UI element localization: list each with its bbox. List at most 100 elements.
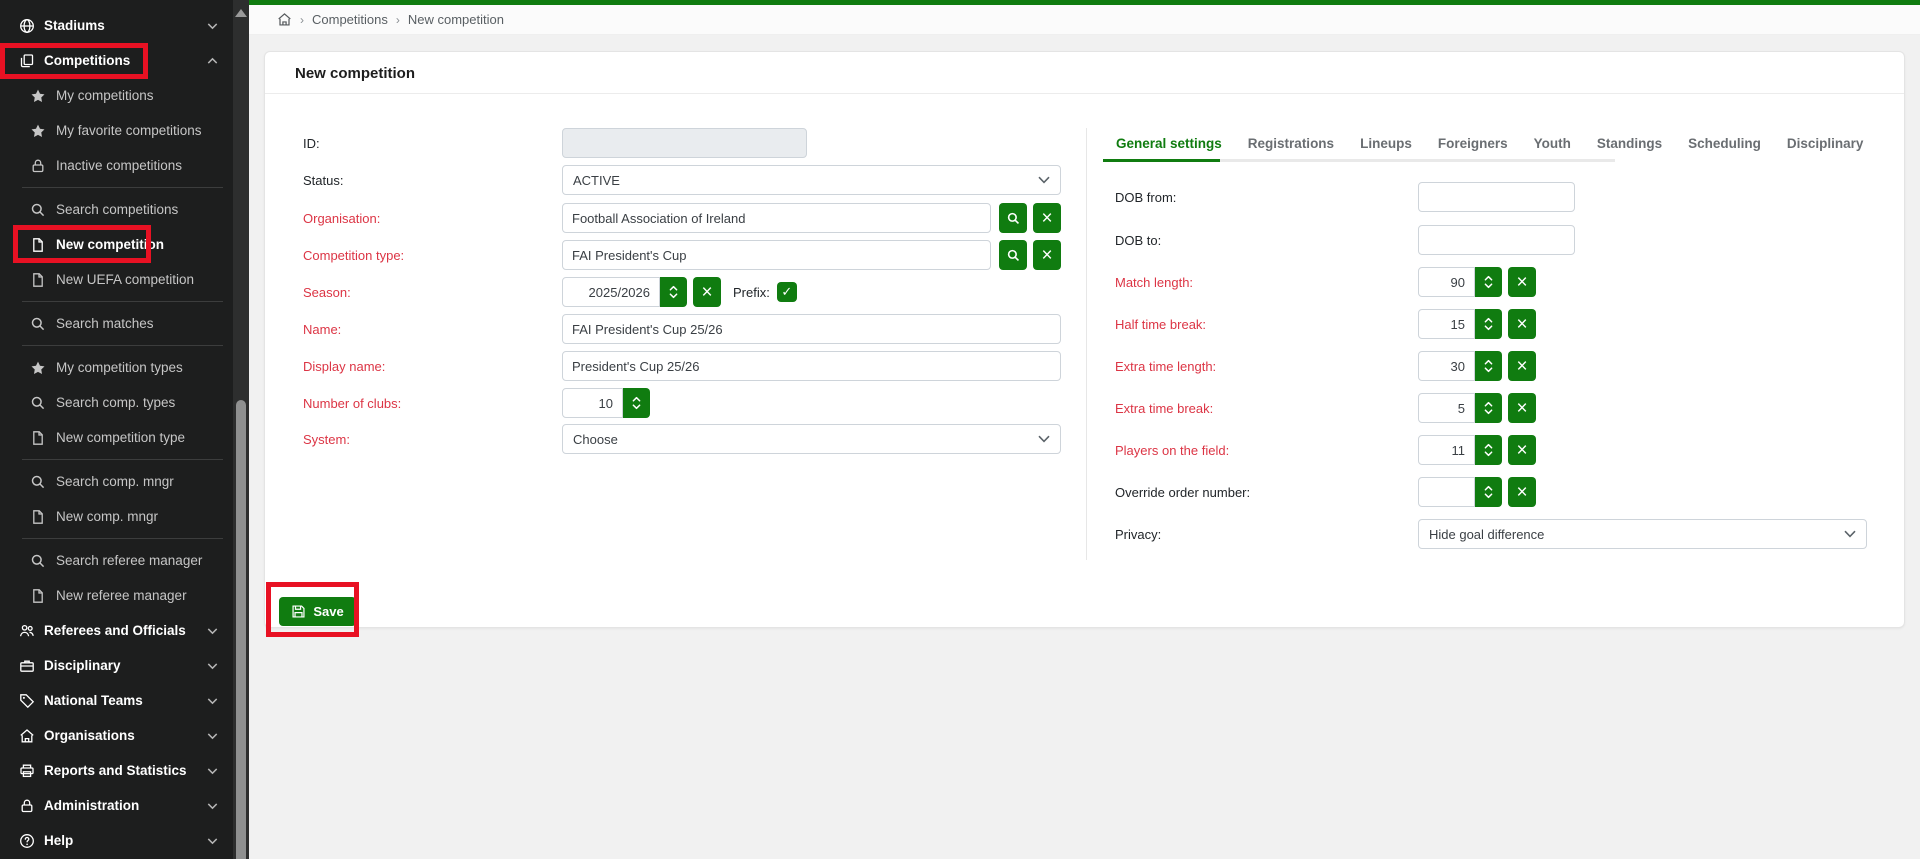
competition-type-input[interactable]	[562, 240, 991, 270]
sidebar-item-new-comp-mngr[interactable]: New comp. mngr	[0, 499, 233, 534]
competition-type-search-button[interactable]	[999, 240, 1027, 270]
breadcrumb-link-new-competition[interactable]: New competition	[408, 12, 504, 27]
season-input[interactable]	[562, 277, 660, 307]
extra-time-break-clear-button[interactable]: ×	[1508, 393, 1536, 423]
sidebar-item-my-competition-types[interactable]: My competition types	[0, 350, 233, 385]
match-length-stepper-button[interactable]	[1475, 267, 1502, 297]
extra-time-length-input[interactable]	[1418, 351, 1475, 381]
column-divider	[1086, 128, 1087, 560]
sidebar-item-disciplinary[interactable]: Disciplinary	[0, 648, 233, 683]
sidebar-item-competitions[interactable]: Competitions	[0, 43, 233, 78]
organisation-input[interactable]	[562, 203, 991, 233]
sidebar-item-inactive-competitions[interactable]: Inactive competitions	[0, 148, 233, 183]
players-on-field-stepper-button[interactable]	[1475, 435, 1502, 465]
half-time-break-stepper-button[interactable]	[1475, 309, 1502, 339]
sidebar-item-administration[interactable]: Administration	[0, 788, 233, 823]
tab-disciplinary[interactable]: Disciplinary	[1774, 136, 1877, 151]
sidebar-item-national-teams[interactable]: National Teams	[0, 683, 233, 718]
tab-foreigners[interactable]: Foreigners	[1425, 136, 1521, 151]
season-stepper-button[interactable]	[660, 277, 687, 307]
competition-type-clear-button[interactable]: ×	[1033, 240, 1061, 270]
match-length-clear-button[interactable]: ×	[1508, 267, 1536, 297]
privacy-select[interactable]: Hide goal difference	[1418, 519, 1867, 549]
sidebar-item-label: New comp. mngr	[56, 509, 158, 524]
sidebar-item-help[interactable]: Help	[0, 823, 233, 858]
match-length-input[interactable]	[1418, 267, 1475, 297]
sidebar-item-search-matches[interactable]: Search matches	[0, 306, 233, 341]
season-clear-button[interactable]: ×	[693, 277, 721, 307]
tab-lineups[interactable]: Lineups	[1347, 136, 1425, 151]
sidebar-scrollbar[interactable]	[233, 0, 249, 859]
half-time-break-clear-button[interactable]: ×	[1508, 309, 1536, 339]
number-of-clubs-input[interactable]	[562, 388, 623, 418]
tab-general-settings[interactable]: General settings	[1103, 136, 1235, 151]
sidebar-item-search-comp-mngr[interactable]: Search comp. mngr	[0, 464, 233, 499]
tab-scheduling[interactable]: Scheduling	[1675, 136, 1774, 151]
organisation-clear-button[interactable]: ×	[1033, 203, 1061, 233]
prefix-checkbox[interactable]: ✓	[777, 282, 797, 302]
sidebar-item-search-comp-types[interactable]: Search comp. types	[0, 385, 233, 420]
scrollbar-thumb[interactable]	[236, 400, 246, 859]
scrollbar-up-arrow-icon[interactable]	[235, 9, 247, 17]
field-row-extra-time-length: Extra time length: ×	[1115, 351, 1536, 381]
display-name-label: Display name:	[303, 359, 562, 374]
sidebar-item-label: Search comp. mngr	[56, 474, 174, 489]
close-icon: ×	[1516, 399, 1527, 418]
display-name-input[interactable]	[562, 351, 1061, 381]
half-time-break-input[interactable]	[1418, 309, 1475, 339]
players-on-field-clear-button[interactable]: ×	[1508, 435, 1536, 465]
sidebar-item-search-competitions[interactable]: Search competitions	[0, 192, 233, 227]
override-order-number-stepper-button[interactable]	[1475, 477, 1502, 507]
override-order-number-input[interactable]	[1418, 477, 1475, 507]
sidebar-item-new-competition-type[interactable]: New competition type	[0, 420, 233, 455]
sidebar-item-my-favorite-competitions[interactable]: My favorite competitions	[0, 113, 233, 148]
sidebar-item-label: National Teams	[44, 693, 143, 708]
home-icon[interactable]	[277, 12, 292, 27]
sidebar-item-organisations[interactable]: Organisations	[0, 718, 233, 753]
competition-type-label: Competition type:	[303, 248, 562, 263]
tab-registrations[interactable]: Registrations	[1235, 136, 1347, 151]
dob-to-input[interactable]	[1418, 225, 1575, 255]
name-input[interactable]	[562, 314, 1061, 344]
dob-from-input[interactable]	[1418, 182, 1575, 212]
sidebar-item-referees-and-officials[interactable]: Referees and Officials	[0, 613, 233, 648]
status-label: Status:	[303, 173, 562, 188]
extra-time-break-stepper-button[interactable]	[1475, 393, 1502, 423]
season-label: Season:	[303, 285, 562, 300]
id-input	[562, 128, 807, 158]
extra-time-length-clear-button[interactable]: ×	[1508, 351, 1536, 381]
tab-standings[interactable]: Standings	[1584, 136, 1675, 151]
active-tab-underline	[1103, 159, 1220, 162]
sidebar-divider	[22, 459, 223, 460]
sidebar-item-new-competition[interactable]: New competition	[0, 227, 233, 262]
sidebar-item-search-referee-manager[interactable]: Search referee manager	[0, 543, 233, 578]
sidebar-item-reports-and-statistics[interactable]: Reports and Statistics	[0, 753, 233, 788]
status-select[interactable]: ACTIVE	[562, 165, 1061, 195]
sidebar-item-new-uefa-competition[interactable]: New UEFA competition	[0, 262, 233, 297]
close-icon: ×	[1516, 273, 1527, 292]
sidebar-item-new-referee-manager[interactable]: New referee manager	[0, 578, 233, 613]
star-icon	[30, 123, 46, 139]
number-of-clubs-stepper-button[interactable]	[623, 388, 650, 418]
organisation-label: Organisation:	[303, 211, 562, 226]
privacy-label: Privacy:	[1115, 527, 1418, 542]
breadcrumb-link-competitions[interactable]: Competitions	[312, 12, 388, 27]
breadcrumb-separator: ›	[300, 13, 304, 27]
file-icon	[30, 272, 46, 288]
extra-time-length-stepper-button[interactable]	[1475, 351, 1502, 381]
system-select[interactable]: Choose	[562, 424, 1061, 454]
save-button[interactable]: Save	[279, 597, 356, 626]
sidebar-item-stadiums[interactable]: Stadiums	[0, 8, 233, 43]
organisation-search-button[interactable]	[999, 203, 1027, 233]
name-label: Name:	[303, 322, 562, 337]
sidebar-item-label: Search competitions	[56, 202, 178, 217]
override-order-number-clear-button[interactable]: ×	[1508, 477, 1536, 507]
tab-youth[interactable]: Youth	[1521, 136, 1584, 151]
settings-tabs: General settingsRegistrationsLineupsFore…	[1103, 128, 1876, 158]
close-icon: ×	[1041, 246, 1052, 265]
copy-icon	[19, 53, 35, 69]
extra-time-break-input[interactable]	[1418, 393, 1475, 423]
sidebar-item-label: Organisations	[44, 728, 135, 743]
players-on-field-input[interactable]	[1418, 435, 1475, 465]
sidebar-item-my-competitions[interactable]: My competitions	[0, 78, 233, 113]
